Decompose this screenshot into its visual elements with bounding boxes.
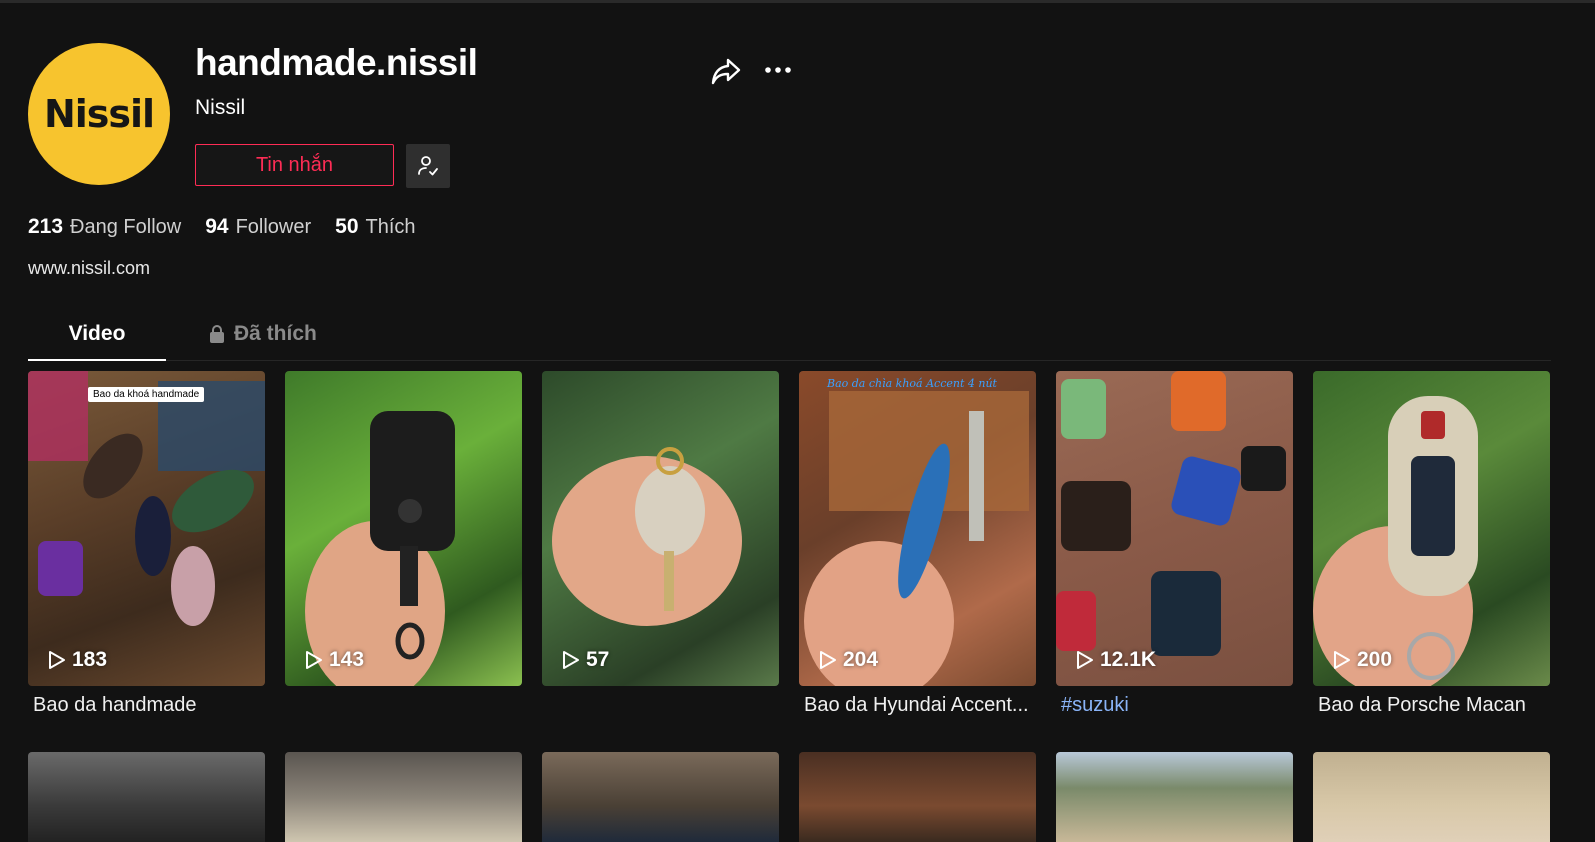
thumbnail-art: [1056, 371, 1286, 656]
stat-following[interactable]: 213 Đang Follow: [28, 215, 181, 239]
video-thumbnail[interactable]: Bao da khoá handmade 183: [28, 371, 265, 686]
avatar[interactable]: Nissil: [28, 43, 170, 185]
stat-followers[interactable]: 94 Follower: [205, 215, 311, 239]
play-icon: [1334, 651, 1350, 669]
profile-stats: 213 Đang Follow 94 Follower 50 Thích: [28, 215, 440, 239]
video-thumbnail[interactable]: [28, 752, 265, 842]
username: handmade.nissil: [195, 42, 478, 83]
play-icon: [1077, 651, 1093, 669]
stat-following-label: Đang Follow: [70, 216, 182, 238]
top-border: [0, 0, 1595, 3]
video-card[interactable]: Bao da khoá handmade 183 Bao da handmade: [28, 371, 265, 720]
thumbnail-overlay-text: Bao da chìa khoá Accent 4 nút: [827, 377, 997, 390]
following-toggle-button[interactable]: [406, 144, 450, 188]
tab-liked[interactable]: Đã thích: [208, 318, 317, 350]
thumbnail-art: [1313, 396, 1478, 686]
play-count-value: 57: [586, 648, 610, 671]
lock-icon: [210, 325, 224, 343]
video-thumbnail[interactable]: [285, 752, 522, 842]
video-caption[interactable]: Bao da handmade: [28, 694, 263, 720]
video-caption[interactable]: Bao da Porsche Macan: [1313, 694, 1548, 720]
video-thumbnail[interactable]: [799, 752, 1036, 842]
stat-followers-label: Follower: [235, 216, 312, 238]
play-count: 57: [562, 648, 609, 672]
thumbnail-art: [804, 391, 1029, 686]
stat-following-count: 213: [28, 215, 64, 238]
play-count: 12.1K: [1076, 648, 1156, 672]
nickname: Nissil: [195, 96, 246, 119]
play-icon: [306, 651, 322, 669]
play-count: 200: [1333, 648, 1392, 672]
video-thumbnail[interactable]: [1313, 752, 1550, 842]
video-card[interactable]: Bao da chìa khoá Accent 4 nút 204 Bao da…: [799, 371, 1036, 720]
tab-liked-label: Đã thích: [234, 322, 317, 345]
play-count: 143: [305, 648, 364, 672]
play-count-value: 204: [843, 648, 879, 671]
video-thumbnail[interactable]: 12.1K: [1056, 371, 1293, 686]
video-card[interactable]: 143: [285, 371, 522, 720]
video-caption[interactable]: [542, 694, 777, 720]
tab-video-label: Video: [68, 322, 126, 345]
video-thumbnail[interactable]: Bao da chìa khoá Accent 4 nút 204: [799, 371, 1036, 686]
video-thumbnail[interactable]: [542, 752, 779, 842]
video-thumbnail[interactable]: 143: [285, 371, 522, 686]
bio-link[interactable]: www.nissil.com: [28, 258, 150, 279]
play-count-value: 12.1K: [1100, 648, 1157, 671]
video-card[interactable]: 12.1K #suzuki: [1056, 371, 1293, 720]
play-count: 183: [48, 648, 107, 672]
tab-video[interactable]: Video: [28, 318, 166, 361]
play-icon: [49, 651, 65, 669]
thumbnail-art: [305, 411, 455, 686]
video-caption[interactable]: [285, 694, 520, 720]
play-count: 204: [819, 648, 878, 672]
play-count-value: 183: [72, 648, 108, 671]
user-check-icon: [418, 156, 438, 176]
thumbnail-overlay-text: Bao da khoá handmade: [88, 387, 205, 402]
profile-tabs: Video Đã thích: [28, 318, 1551, 361]
play-count-value: 143: [329, 648, 365, 671]
stat-likes: 50 Thích: [335, 215, 415, 239]
play-icon: [563, 651, 579, 669]
video-thumbnail[interactable]: 200: [1313, 371, 1550, 686]
video-caption[interactable]: Bao da Hyundai Accent...: [799, 694, 1034, 720]
video-card[interactable]: 200 Bao da Porsche Macan: [1313, 371, 1550, 720]
active-tab-indicator: [28, 359, 166, 361]
play-icon: [820, 651, 836, 669]
video-caption[interactable]: #suzuki: [1056, 694, 1291, 720]
thumbnail-art: [28, 371, 265, 626]
share-icon[interactable]: [710, 56, 742, 91]
play-count-value: 200: [1357, 648, 1393, 671]
avatar-logo-text: Nissil: [43, 92, 155, 136]
stat-likes-count: 50: [335, 215, 359, 238]
video-thumbnail[interactable]: [1056, 752, 1293, 842]
message-button[interactable]: Tin nhắn: [195, 144, 394, 186]
stat-followers-count: 94: [205, 215, 229, 238]
more-icon[interactable]: [762, 60, 794, 85]
stat-likes-label: Thích: [365, 216, 416, 238]
thumbnail-art: [552, 447, 742, 626]
video-card[interactable]: 57: [542, 371, 779, 720]
video-thumbnail[interactable]: 57: [542, 371, 779, 686]
